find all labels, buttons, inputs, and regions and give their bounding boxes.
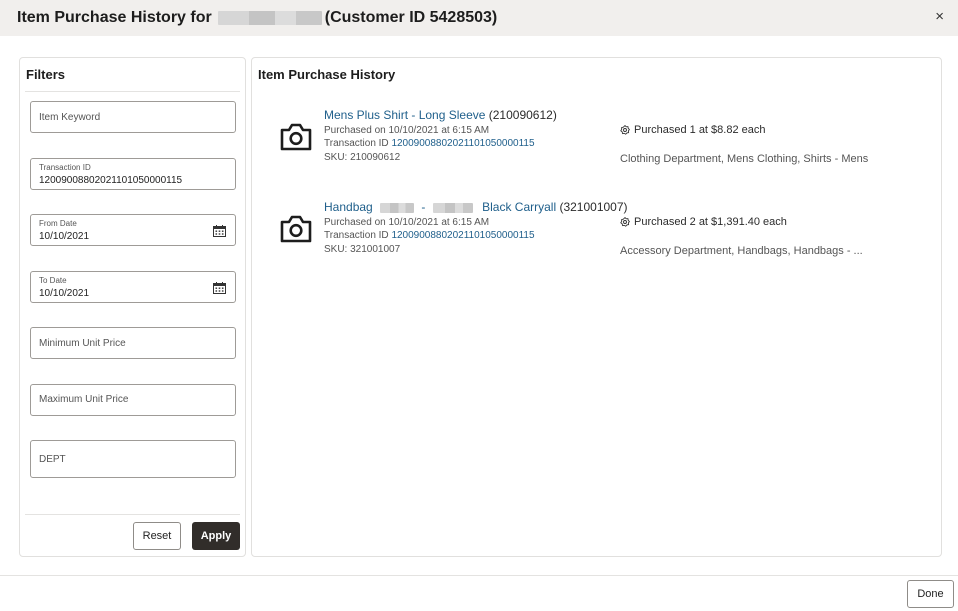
- item-name-part-b[interactable]: Black Carryall: [482, 200, 556, 214]
- list-item: Mens Plus Shirt - Long Sleeve (210090612…: [252, 108, 941, 178]
- close-icon[interactable]: ×: [935, 8, 944, 26]
- from-date-input[interactable]: From Date 10/10/2021: [30, 214, 236, 246]
- purchased-summary: Purchased 2 at $1,391.40 each: [620, 216, 787, 228]
- dialog-header: Item Purchase History for (Customer ID 5…: [0, 0, 958, 36]
- done-button[interactable]: Done: [907, 580, 954, 608]
- purchased-on: Purchased on 10/10/2021 at 6:15 AM: [324, 125, 490, 136]
- filters-panel: Filters Item Keyword Transaction ID 1200…: [19, 57, 246, 557]
- divider: [0, 575, 958, 576]
- from-date-label: From Date: [39, 219, 77, 228]
- redacted-brand: [380, 202, 415, 213]
- list-item: Handbag - Black Carryall (321001007) Pur…: [252, 200, 941, 270]
- results-title: Item Purchase History: [258, 67, 396, 82]
- dialog-title: Item Purchase History for (Customer ID 5…: [17, 9, 497, 27]
- transaction-id-input[interactable]: Transaction ID 1200900880202110105000011…: [30, 158, 236, 190]
- item-name-separator[interactable]: -: [421, 200, 425, 214]
- results-panel: Item Purchase History Mens Plus Shirt - …: [251, 57, 942, 557]
- badge-icon: [620, 217, 630, 227]
- badge-icon: [620, 125, 630, 135]
- redacted-customer-name: [217, 11, 322, 25]
- purchased-text: Purchased 1 at $8.82 each: [634, 124, 766, 136]
- dept-placeholder: DEPT: [39, 454, 66, 465]
- dept-input[interactable]: DEPT: [30, 440, 236, 478]
- to-date-label: To Date: [39, 276, 67, 285]
- minimum-unit-price-placeholder: Minimum Unit Price: [39, 338, 126, 349]
- sku: SKU: 321001007: [324, 244, 401, 255]
- divider: [25, 91, 240, 92]
- filters-title: Filters: [26, 67, 66, 82]
- item-keyword-input[interactable]: Item Keyword: [30, 101, 236, 133]
- camera-icon: [280, 215, 312, 243]
- transaction-id-label: Transaction ID: [39, 163, 91, 172]
- sku: SKU: 210090612: [324, 152, 401, 163]
- item-department: Clothing Department, Mens Clothing, Shir…: [620, 153, 869, 165]
- item-name-part-a[interactable]: Handbag: [324, 200, 373, 214]
- transaction-id-link[interactable]: 12009008802021101050000115: [391, 138, 534, 149]
- item-keyword-placeholder: Item Keyword: [39, 112, 101, 123]
- to-date-value: 10/10/2021: [39, 288, 90, 299]
- minimum-unit-price-input[interactable]: Minimum Unit Price: [30, 327, 236, 359]
- from-date-value: 10/10/2021: [39, 231, 90, 242]
- reset-button[interactable]: Reset: [133, 522, 181, 550]
- item-name[interactable]: Mens Plus Shirt - Long Sleeve: [324, 108, 485, 122]
- purchased-summary: Purchased 1 at $8.82 each: [620, 124, 765, 136]
- calendar-icon[interactable]: [213, 282, 226, 294]
- calendar-icon[interactable]: [213, 225, 226, 237]
- transaction-line: Transaction ID 1200900880202110105000011…: [324, 230, 535, 241]
- maximum-unit-price-placeholder: Maximum Unit Price: [39, 394, 129, 405]
- purchased-text: Purchased 2 at $1,391.40 each: [634, 216, 787, 228]
- divider: [25, 514, 240, 515]
- maximum-unit-price-input[interactable]: Maximum Unit Price: [30, 384, 236, 416]
- apply-button[interactable]: Apply: [192, 522, 240, 550]
- item-name-link[interactable]: Handbag - Black Carryall (321001007): [324, 200, 628, 214]
- item-code: (210090612): [488, 108, 557, 122]
- title-suffix: (Customer ID 5428503): [324, 9, 498, 26]
- item-code: (321001007): [559, 200, 628, 214]
- transaction-prefix: Transaction ID: [324, 138, 389, 149]
- to-date-input[interactable]: To Date 10/10/2021: [30, 271, 236, 303]
- transaction-id-value: 12009008802021101050000115: [39, 175, 183, 186]
- title-prefix: Item Purchase History for: [17, 9, 212, 26]
- item-name-link[interactable]: Mens Plus Shirt - Long Sleeve (210090612…: [324, 108, 557, 122]
- purchased-on: Purchased on 10/10/2021 at 6:15 AM: [324, 217, 490, 228]
- camera-icon: [280, 123, 312, 151]
- transaction-id-link[interactable]: 12009008802021101050000115: [391, 230, 534, 241]
- item-department: Accessory Department, Handbags, Handbags…: [620, 245, 863, 257]
- transaction-line: Transaction ID 1200900880202110105000011…: [324, 138, 535, 149]
- transaction-prefix: Transaction ID: [324, 230, 389, 241]
- redacted-model: [432, 202, 473, 213]
